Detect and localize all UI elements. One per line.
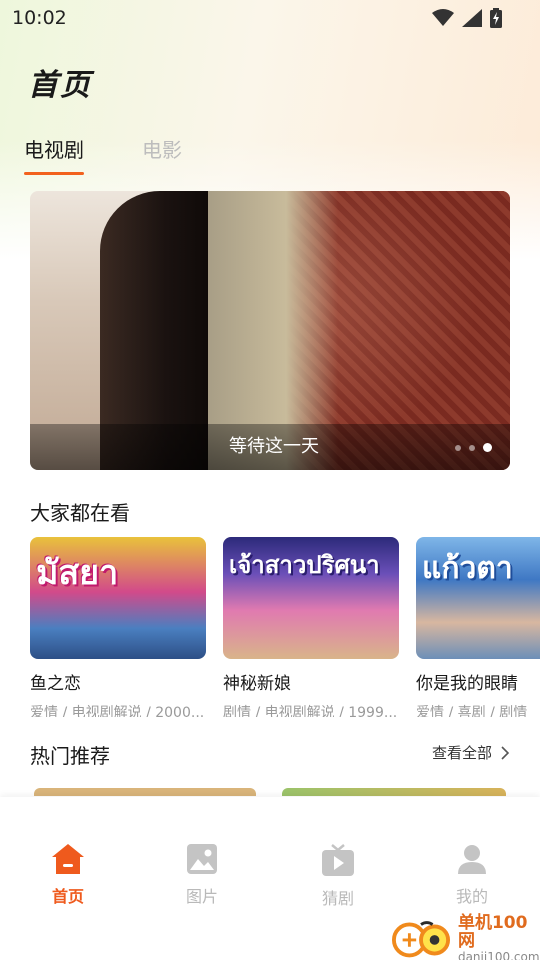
drama-poster: แก้วตา <box>416 537 540 659</box>
section-title-recommend: 热门推荐 <box>30 744 110 768</box>
drama-card[interactable]: แก้วตา 你是我的眼睛 爱情 / 喜剧 / 剧情 <box>416 537 540 717</box>
poster-text: เจ้าสาวปริศนา <box>229 551 380 579</box>
nav-guess-drama[interactable]: 猜剧 <box>288 843 388 909</box>
image-icon <box>187 844 217 874</box>
watermark-url: danji100.com <box>457 950 540 960</box>
recommend-card-top[interactable] <box>282 788 506 796</box>
poster-text: มัสยา <box>36 553 119 593</box>
see-all-link[interactable]: 查看全部 <box>432 742 510 763</box>
watermark-title: 单机100网 <box>457 913 528 951</box>
status-icons <box>432 8 502 28</box>
section-title-popular: 大家都在看 <box>30 501 130 525</box>
status-time: 10:02 <box>12 7 67 29</box>
battery-charging-icon <box>490 8 502 28</box>
recommend-card-top[interactable] <box>34 788 256 796</box>
banner-pagination <box>455 443 492 452</box>
nav-label: 我的 <box>455 887 488 906</box>
nav-images[interactable]: 图片 <box>152 843 252 907</box>
nav-profile[interactable]: 我的 <box>422 843 522 907</box>
status-bar: 10:02 <box>0 0 540 36</box>
tv-play-icon <box>322 844 354 876</box>
drama-title: 神秘新娘 <box>223 674 291 694</box>
drama-poster: เจ้าสาวปริศนา <box>223 537 399 659</box>
nav-label: 图片 <box>185 887 218 906</box>
popular-list: มัสยา 鱼之恋 爱情 / 电视剧解说 / 2000... เจ้าสาวปร… <box>30 537 540 717</box>
home-icon <box>52 844 84 874</box>
banner-dot[interactable] <box>455 444 461 451</box>
banner-dot-active[interactable] <box>483 443 492 452</box>
drama-tags: 爱情 / 喜剧 / 剧情 <box>416 705 528 717</box>
banner-caption: 等待这一天 <box>229 436 319 457</box>
drama-card[interactable]: เจ้าสาวปริศนา 神秘新娘 剧情 / 电视剧解说 / 1999... <box>223 537 399 717</box>
chevron-right-icon <box>501 745 510 760</box>
signal-icon <box>462 9 482 27</box>
poster-text: แก้วตา <box>422 551 513 586</box>
drama-tags: 爱情 / 电视剧解说 / 2000... <box>30 705 205 717</box>
drama-title: 你是我的眼睛 <box>416 674 518 694</box>
drama-tags: 剧情 / 电视剧解说 / 1999... <box>223 705 398 717</box>
watermark-text: 单机100网 danji100.com <box>458 914 540 960</box>
user-icon <box>458 845 486 874</box>
drama-card[interactable]: มัสยา 鱼之恋 爱情 / 电视剧解说 / 2000... <box>30 537 206 717</box>
page-title: 首页 <box>28 68 92 103</box>
watermark-logo <box>392 921 451 958</box>
drama-title: 鱼之恋 <box>30 674 81 694</box>
tab-tv-series[interactable]: 电视剧 <box>24 134 84 175</box>
category-tabs: 电视剧 电影 <box>24 134 182 175</box>
banner-carousel[interactable]: 等待这一天 <box>30 191 510 470</box>
see-all-label: 查看全部 <box>431 744 492 762</box>
nav-label: 首页 <box>51 887 84 906</box>
nav-home[interactable]: 首页 <box>18 843 118 907</box>
drama-poster: มัสยา <box>30 537 206 659</box>
tab-movies[interactable]: 电影 <box>142 134 182 173</box>
banner-dot[interactable] <box>469 444 475 451</box>
nav-label: 猜剧 <box>321 889 354 908</box>
site-watermark: 单机100网 danji100.com <box>392 914 540 960</box>
wifi-icon <box>432 9 454 26</box>
